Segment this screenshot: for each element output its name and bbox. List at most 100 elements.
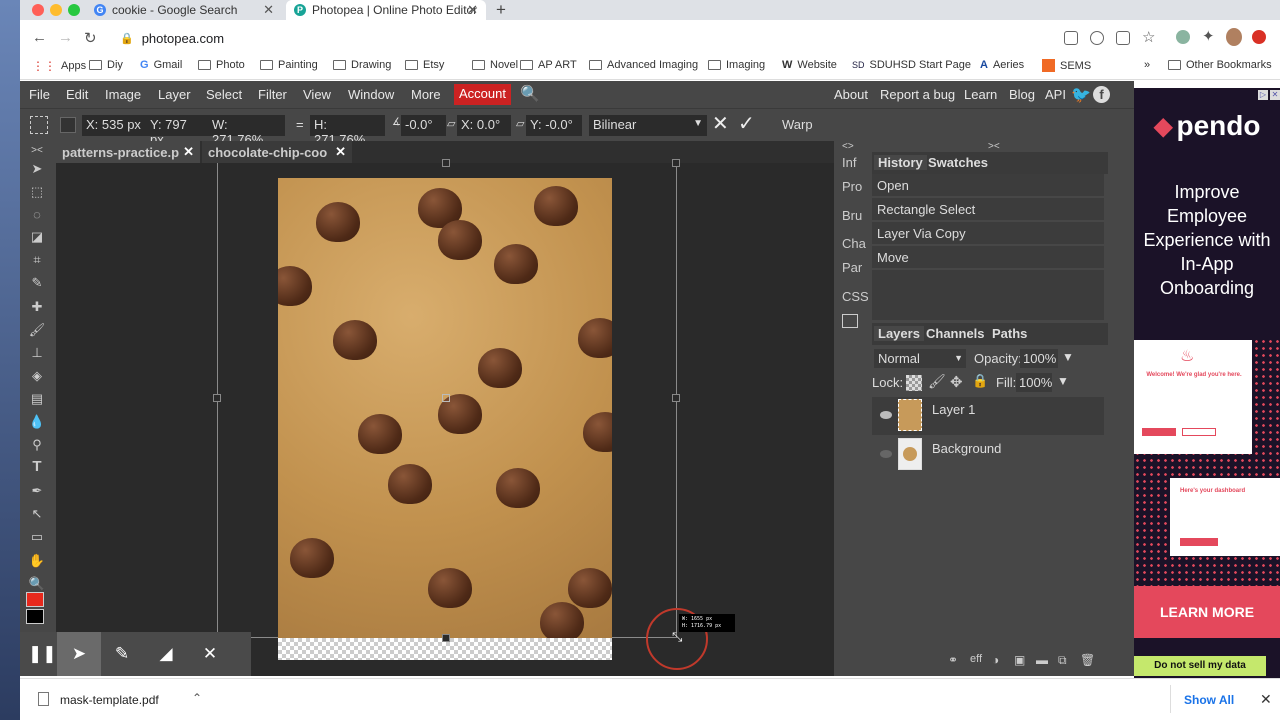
x-field[interactable]: X: 535 px [82, 115, 146, 136]
download-filename[interactable]: mask-template.pdf [60, 693, 159, 707]
forward-icon[interactable]: → [58, 29, 73, 46]
mask-icon[interactable]: ▣ [1014, 653, 1025, 667]
hand-tool-icon[interactable]: ✋ [28, 553, 46, 569]
bookmark-painting[interactable]: Painting [260, 59, 318, 71]
chevron-up-icon[interactable]: ⌃ [192, 691, 202, 705]
paragraph-panel-button[interactable]: Par [842, 260, 862, 275]
effects-button[interactable]: eff [970, 653, 982, 665]
history-item[interactable]: Rectangle Select [872, 198, 1104, 221]
pen-tool-icon[interactable]: ✒ [28, 483, 46, 499]
tab-paths[interactable]: Paths [992, 326, 1027, 341]
transform-icon[interactable] [30, 116, 48, 134]
doc-tab-chocolate[interactable]: chocolate-chip-coo ✕ [202, 141, 352, 163]
learn-link[interactable]: Learn [964, 87, 997, 102]
tab-channels[interactable]: Channels [926, 326, 985, 341]
ad-close-icon[interactable]: ✕ [1270, 90, 1280, 100]
bookmark-apps[interactable]: ⋮⋮ Apps [32, 59, 86, 73]
commit-transform-icon[interactable]: ✓ [738, 111, 755, 136]
bookmark-gmail[interactable]: G Gmail [140, 59, 182, 71]
cancel-transform-icon[interactable]: ✕ [712, 111, 729, 136]
lock-position-icon[interactable]: ✥ [950, 373, 963, 391]
browser-tab-photopea[interactable]: P Photopea | Online Photo Editor ✕ [286, 0, 486, 20]
crop-tool-icon[interactable]: ⌗ [28, 252, 46, 268]
marquee-tool-icon[interactable]: ⬚ [28, 184, 46, 200]
close-download-bar-icon[interactable]: ✕ [1260, 691, 1272, 708]
gradient-tool-icon[interactable]: ▤ [28, 391, 46, 407]
account-button[interactable]: Account [454, 84, 511, 105]
adchoices-icon[interactable]: ▷ [1258, 90, 1268, 100]
skew-y-field[interactable]: Y: -0.0° [526, 115, 582, 136]
fill-field[interactable]: 100% [1016, 373, 1052, 392]
tab-swatches[interactable]: Swatches [928, 155, 988, 170]
healing-tool-icon[interactable]: ✚ [28, 299, 46, 315]
pointer-icon[interactable]: ➤ [68, 644, 90, 664]
link-ratio[interactable]: = [296, 117, 304, 132]
interpolation-select[interactable]: Bilinear ▼ [589, 115, 707, 136]
menu-more[interactable]: More [411, 87, 441, 102]
close-icon[interactable]: ✕ [199, 644, 221, 664]
zoom-window-icon[interactable] [68, 4, 80, 16]
image-panel-icon[interactable] [842, 314, 858, 328]
doc-tab-patterns[interactable]: patterns-practice.p ✕ [56, 141, 200, 163]
history-item[interactable]: Layer Via Copy [872, 222, 1104, 245]
dodge-tool-icon[interactable]: ⚲ [28, 437, 46, 453]
path-select-tool-icon[interactable]: ↖ [28, 506, 46, 522]
zoom-icon[interactable] [1090, 31, 1104, 45]
omnibox[interactable]: 🔒 photopea.com [110, 25, 1110, 51]
brush-panel-button[interactable]: Bru [842, 208, 862, 223]
pause-icon[interactable]: ❚❚ [28, 644, 57, 664]
panel-collapse-icon[interactable]: >< [28, 143, 46, 159]
show-all-button[interactable]: Show All [1184, 693, 1234, 707]
transform-handle[interactable] [213, 394, 221, 402]
fill-dropdown-icon[interactable]: ▼ [1057, 374, 1069, 388]
rotation-field[interactable]: -0.0° [401, 115, 446, 136]
reference-point-icon[interactable] [60, 117, 76, 133]
close-tab-icon[interactable]: ✕ [183, 144, 194, 160]
visibility-eye-icon[interactable] [880, 411, 892, 419]
bookmark-aeries[interactable]: A Aeries [980, 59, 1024, 71]
menu-kebab-icon[interactable] [1252, 30, 1266, 44]
minimize-window-icon[interactable] [50, 4, 62, 16]
cookie-image[interactable] [278, 178, 612, 638]
pen-icon[interactable]: ✎ [111, 644, 133, 664]
menu-filter[interactable]: Filter [258, 87, 287, 102]
blend-mode-select[interactable]: Normal ▼ [874, 349, 966, 368]
layer-row-layer-1[interactable]: Layer 1 [872, 397, 1104, 435]
new-tab-button[interactable]: + [496, 0, 506, 20]
transform-handle[interactable] [672, 394, 680, 402]
history-item[interactable]: Open [872, 174, 1104, 197]
panel-collapse-icon[interactable]: >< [988, 141, 1000, 152]
twitter-icon[interactable]: 🐦 [1071, 85, 1091, 105]
menu-file[interactable]: File [29, 87, 50, 102]
blur-tool-icon[interactable]: 💧 [28, 414, 46, 430]
api-link[interactable]: API [1045, 87, 1066, 102]
tab-history[interactable]: History [874, 155, 927, 170]
eyedropper-tool-icon[interactable]: ✎ [28, 275, 46, 291]
reading-list-icon[interactable] [1064, 31, 1078, 45]
transform-handle[interactable] [442, 159, 450, 167]
bookmark-sduhsd[interactable]: SD SDUHSD Start Page [852, 59, 971, 71]
move-tool-icon[interactable]: ➤ [28, 161, 46, 177]
lock-transparency-icon[interactable] [906, 375, 922, 391]
lock-all-icon[interactable]: 🔒 [972, 373, 988, 389]
do-not-sell-button[interactable]: Do not sell my data [1134, 656, 1266, 676]
back-icon[interactable]: ← [32, 29, 47, 46]
bookmark-advanced-imaging[interactable]: Advanced Imaging [589, 59, 698, 71]
new-layer-icon[interactable]: ⧉ [1058, 653, 1067, 668]
bookmark-novel[interactable]: Novel [472, 59, 518, 71]
avatar[interactable] [1226, 28, 1242, 46]
width-field[interactable]: W: 271.76% [208, 115, 285, 147]
eraser-tool-icon[interactable]: ◈ [28, 368, 46, 384]
reload-icon[interactable]: ↻ [84, 29, 97, 47]
opacity-field[interactable]: 100% [1020, 349, 1058, 368]
layer-row-background[interactable]: Background [872, 436, 1104, 474]
lock-pixels-icon[interactable]: 🖌 [928, 373, 946, 390]
shape-tool-icon[interactable]: ▭ [28, 529, 46, 545]
tab-layers[interactable]: Layers [874, 326, 924, 341]
menu-view[interactable]: View [303, 87, 331, 102]
background-color-swatch[interactable] [26, 609, 44, 624]
menu-layer[interactable]: Layer [158, 87, 191, 102]
about-link[interactable]: About [834, 87, 868, 102]
bookmark-sems[interactable]: SEMS [1042, 59, 1091, 72]
browser-tab-google[interactable]: G cookie - Google Search ✕ [86, 0, 282, 20]
